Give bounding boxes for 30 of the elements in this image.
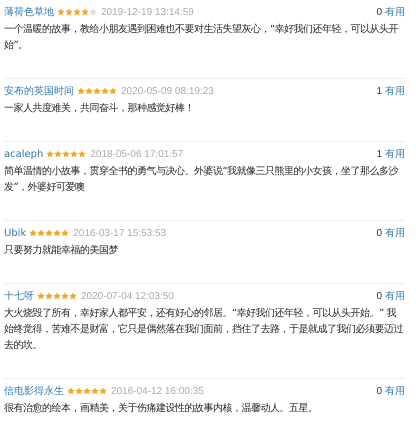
review-text: 只要努力就能幸福的美国梦 [4, 244, 119, 258]
author-link[interactable]: 十七呀 [4, 289, 34, 303]
helpful-link[interactable]: 有用 [385, 84, 405, 98]
review-date: 2018-05-06 17:01:57 [90, 148, 184, 160]
vote-count: 0 [376, 228, 382, 238]
review-date: 2016-04-12 16:00:35 [111, 386, 204, 396]
author-link[interactable]: Ubik [4, 228, 26, 238]
review-text: 简单温情的小故事，贯穿全书的勇气与决心。外婆说“我就像三只熊里的小女孩，坐了那么多沙发”，外婆好可爱噢 [4, 164, 400, 195]
review-date: 2019-12-19 13:14:59 [101, 6, 194, 18]
helpful-link[interactable]: 有用 [385, 5, 405, 19]
helpful-link[interactable]: 有用 [385, 226, 405, 240]
author-link[interactable]: acaleph [4, 148, 44, 160]
review-text: 大火烧毁了所有，幸好家人都平安，还有好心的邻居。“幸好我们还年轻，可以从头开始。” 我始终觉得，苦难不是财富，它只是偶然落在我们面前，挡住了去路，于是就成了我们必须要迈过去的坎。 [4, 306, 404, 353]
author-link[interactable]: 安布的英国时间 [4, 84, 74, 98]
vote-count: 1 [376, 148, 382, 160]
author-link[interactable]: 信电影得永生 [4, 384, 64, 398]
helpful-link[interactable]: 有用 [385, 147, 405, 161]
helpful-link[interactable]: 有用 [385, 289, 405, 303]
review-text: 一家人共度难关，共同奋斗，那种感觉好棒！ [4, 102, 195, 116]
vote-count: 0 [376, 290, 382, 302]
vote-count: 1 [376, 86, 382, 96]
vote-count: 0 [376, 6, 382, 18]
helpful-link[interactable]: 有用 [385, 384, 405, 398]
author-link[interactable]: 薄荷色草地 [4, 5, 54, 19]
review-text: 很有治愈的绘本，画精美，关于伤痛建设性的故事内核，温馨动人。五星。 [4, 402, 318, 416]
review-date: 2020-05-09 08:19:23 [121, 86, 214, 96]
review-text: 一个温暖的故事，教给小朋友遇到困难也不要对生活失望灰心，“幸好我们还年轻，可以从头开始”。 [4, 22, 400, 53]
review-date: 2020-07-04 12:03:50 [81, 290, 174, 302]
vote-count: 0 [376, 386, 382, 396]
review-date: 2016-03-17 15:53:53 [73, 228, 166, 238]
